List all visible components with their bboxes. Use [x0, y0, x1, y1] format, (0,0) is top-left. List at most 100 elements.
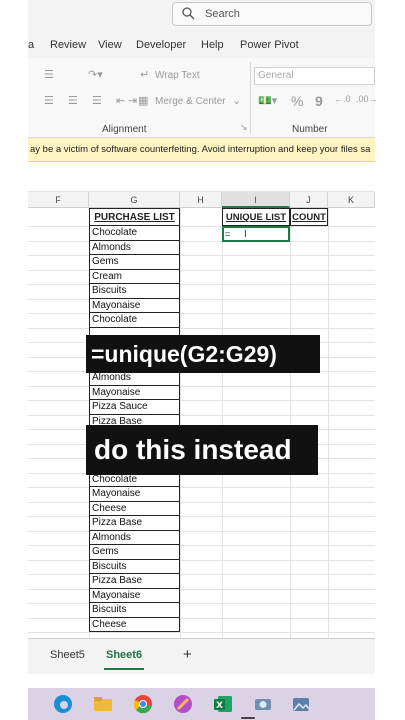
- purchase-list-cell[interactable]: Biscuits: [89, 284, 180, 299]
- grid-line-vertical: [222, 208, 223, 638]
- purchase-list-cell[interactable]: Cheese: [89, 617, 180, 632]
- align-lines-icon[interactable]: ☰: [44, 68, 54, 81]
- warning-text: ay be a victim of software counterfeitin…: [30, 144, 371, 155]
- purchase-list-header[interactable]: PURCHASE LIST: [89, 208, 180, 226]
- grid-line-horizontal: [28, 632, 375, 633]
- decrease-decimal-icon[interactable]: .00→: [356, 94, 378, 104]
- active-cell-i2[interactable]: = I: [222, 226, 290, 242]
- number-format-dropdown[interactable]: General: [254, 67, 375, 85]
- purchase-list-cell[interactable]: Mayonaise: [89, 298, 180, 313]
- unique-list-header[interactable]: UNIQUE LIST: [222, 208, 290, 226]
- tab-view[interactable]: View: [98, 39, 122, 51]
- count-header[interactable]: COUNT: [290, 208, 328, 226]
- column-header-g[interactable]: G: [89, 192, 180, 208]
- spreadsheet-grid[interactable]: PURCHASE LIST UNIQUE LIST COUNT = I Choc…: [28, 208, 375, 638]
- comma-style-button[interactable]: 9: [315, 93, 323, 109]
- orientation-icon[interactable]: ↷▾: [88, 68, 103, 81]
- align-center-icon[interactable]: ☰: [68, 94, 78, 107]
- search-placeholder: Search: [205, 8, 240, 20]
- formula-bar-area: [28, 162, 375, 192]
- purchase-list-cell[interactable]: Mayonaise: [89, 385, 180, 400]
- currency-icon[interactable]: 💵▾: [258, 94, 277, 107]
- purchase-list-cell[interactable]: Biscuits: [89, 559, 180, 574]
- add-sheet-button[interactable]: +: [183, 646, 192, 663]
- purchase-list-cell[interactable]: Gems: [89, 545, 180, 560]
- purchase-list-cell[interactable]: Cream: [89, 269, 180, 284]
- purchase-list-cell[interactable]: Pizza Base: [89, 516, 180, 531]
- wrap-text-icon: ↵: [140, 69, 150, 81]
- purchase-list-cell[interactable]: Pizza Base: [89, 574, 180, 589]
- title-bar: Search: [28, 0, 375, 32]
- purchase-list-cell[interactable]: Cheese: [89, 501, 180, 516]
- chrome-icon[interactable]: [132, 693, 154, 715]
- column-header-i[interactable]: I: [222, 192, 290, 208]
- wrap-text-button[interactable]: Wrap Text: [155, 70, 200, 81]
- chevron-down-icon[interactable]: ⌄: [232, 94, 241, 107]
- grid-line-horizontal: [28, 414, 375, 416]
- purchase-list-cell[interactable]: Mayonaise: [89, 588, 180, 603]
- grid-line-horizontal: [28, 603, 375, 604]
- paint-app-icon[interactable]: [172, 693, 194, 715]
- increase-decimal-icon[interactable]: ←.0: [334, 94, 351, 104]
- purchase-list-cell[interactable]: Mayonaise: [89, 487, 180, 502]
- group-separator: [250, 62, 251, 134]
- grid-line-horizontal: [28, 255, 375, 256]
- folder-icon[interactable]: [92, 693, 114, 715]
- sheet-tab-bar: Sheet5 Sheet6 +: [28, 638, 375, 674]
- edge-icon[interactable]: [52, 693, 74, 715]
- tab-partial[interactable]: a: [28, 39, 34, 51]
- grid-line-horizontal: [28, 269, 375, 271]
- column-header-f[interactable]: F: [28, 192, 89, 208]
- align-right-icon[interactable]: ☰: [92, 94, 102, 107]
- camera-app-icon[interactable]: [252, 693, 274, 715]
- percent-button[interactable]: %: [291, 93, 303, 109]
- column-header-row: F G H I J K: [28, 192, 375, 208]
- purchase-list-cell[interactable]: Almonds: [89, 240, 180, 255]
- grid-line-horizontal: [28, 516, 375, 517]
- grid-line-horizontal: [28, 284, 375, 285]
- merge-center-button[interactable]: Merge & Center: [155, 96, 226, 107]
- right-margin: [375, 0, 405, 720]
- purchase-list-cell[interactable]: Almonds: [89, 371, 180, 386]
- active-sheet-indicator: [104, 668, 144, 670]
- excel-icon[interactable]: X: [212, 693, 234, 715]
- grid-line-horizontal: [28, 226, 375, 227]
- search-icon: [182, 7, 195, 20]
- purchase-list-cell[interactable]: Pizza Sauce: [89, 400, 180, 415]
- purchase-list-cell[interactable]: Gems: [89, 255, 180, 270]
- grid-line-horizontal: [28, 327, 375, 329]
- sheet-tab-sheet6[interactable]: Sheet6: [106, 649, 142, 661]
- formula-caption: =unique(G2:G29): [86, 335, 320, 373]
- column-header-k[interactable]: K: [328, 192, 375, 208]
- tab-power-pivot[interactable]: Power Pivot: [240, 39, 299, 51]
- sheet-tab-sheet5[interactable]: Sheet5: [50, 649, 85, 661]
- active-cell-value: =: [225, 229, 231, 239]
- instruction-caption: do this instead: [86, 425, 318, 475]
- tab-review[interactable]: Review: [50, 39, 86, 51]
- text-cursor-icon: I: [244, 229, 247, 240]
- number-group-label: Number: [292, 124, 328, 135]
- ribbon-body: ☰ ☰ ☰ ☰ ↷▾ ⇤ ⇥ ↵ Wrap Text ▦ Merge & Cen…: [28, 58, 378, 138]
- grid-line-horizontal: [28, 545, 375, 546]
- search-box[interactable]: Search: [172, 2, 372, 26]
- grid-line-horizontal: [28, 385, 375, 387]
- tab-help[interactable]: Help: [201, 39, 224, 51]
- decrease-indent-icon[interactable]: ⇤: [116, 94, 125, 107]
- grid-line-horizontal: [28, 559, 375, 561]
- purchase-list-cell[interactable]: Almonds: [89, 530, 180, 545]
- column-header-j[interactable]: J: [290, 192, 328, 208]
- merge-center-icon: ▦: [138, 95, 149, 107]
- grid-line-horizontal: [28, 574, 375, 575]
- tab-developer[interactable]: Developer: [136, 39, 186, 51]
- align-left-icon[interactable]: ☰: [44, 94, 54, 107]
- photos-app-icon[interactable]: [290, 693, 312, 715]
- dialog-launcher-icon[interactable]: ↘: [240, 122, 248, 133]
- grid-line-vertical: [290, 208, 291, 638]
- increase-indent-icon[interactable]: ⇥: [128, 94, 137, 107]
- purchase-list-cell[interactable]: Chocolate: [89, 226, 180, 241]
- active-app-indicator: [241, 717, 255, 719]
- purchase-list-cell[interactable]: Chocolate: [89, 313, 180, 328]
- column-header-h[interactable]: H: [180, 192, 222, 208]
- purchase-list-cell[interactable]: Biscuits: [89, 603, 180, 618]
- svg-text:X: X: [216, 701, 223, 711]
